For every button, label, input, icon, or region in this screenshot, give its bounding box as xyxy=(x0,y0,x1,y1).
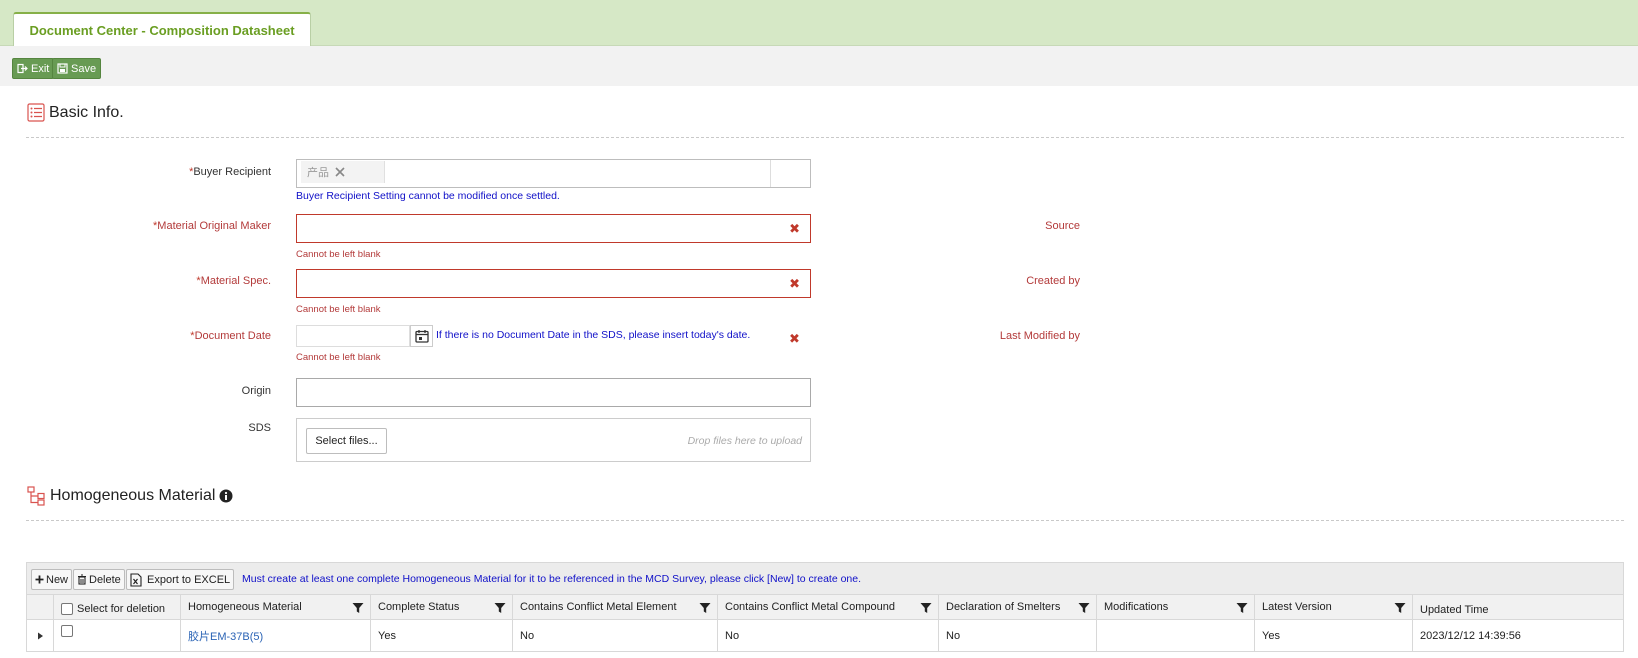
excel-icon xyxy=(130,572,142,587)
last-modified-by-label: Last Modified by xyxy=(999,330,1080,342)
info-icon[interactable] xyxy=(219,489,233,503)
cell-conflict-metal-element: No xyxy=(512,620,717,651)
cell-modifications xyxy=(1096,620,1254,651)
content-area: Basic Info. *Buyer Recipient 产品 Buyer Re… xyxy=(0,86,1638,658)
col-complete-status[interactable]: Complete Status xyxy=(370,595,512,619)
save-icon xyxy=(57,63,68,74)
grid-toolbar: New Delete Export to EXCEL Must create a… xyxy=(26,562,1624,594)
document-date-error: Cannot be left blank xyxy=(296,352,381,363)
buyer-recipient-label: *Buyer Recipient xyxy=(189,166,271,178)
origin-label: Origin xyxy=(241,385,271,397)
buyer-recipient-chip: 产品 xyxy=(301,161,385,183)
sds-label: SDS xyxy=(248,422,271,434)
trash-icon xyxy=(78,574,86,585)
origin-input[interactable] xyxy=(296,378,811,407)
delete-button[interactable]: Delete xyxy=(73,569,125,590)
homogeneous-material-header: Homogeneous Material xyxy=(27,486,233,506)
homogeneous-material-link[interactable]: 胶片EM-37B(5) xyxy=(188,628,263,644)
material-original-maker-input[interactable]: ✖ xyxy=(296,214,811,243)
basic-info-header: Basic Info. xyxy=(27,103,124,122)
exit-icon xyxy=(17,63,28,74)
grid-header: Select for deletion Homogeneous Material… xyxy=(26,594,1624,620)
col-conflict-metal-element[interactable]: Contains Conflict Metal Element xyxy=(512,595,717,619)
filter-icon[interactable] xyxy=(699,602,711,614)
col-modifications[interactable]: Modifications xyxy=(1096,595,1254,619)
col-updated-time[interactable]: Updated Time xyxy=(1412,595,1623,619)
export-excel-button[interactable]: Export to EXCEL xyxy=(126,569,235,590)
calendar-button[interactable] xyxy=(410,325,433,347)
cell-latest-version: Yes xyxy=(1254,620,1412,651)
row-select-checkbox[interactable] xyxy=(61,625,73,637)
filter-icon[interactable] xyxy=(920,602,932,614)
buyer-recipient-dropdown-area[interactable] xyxy=(770,160,810,187)
new-label: New xyxy=(46,573,69,586)
tab-composition-datasheet[interactable]: Document Center - Composition Datasheet xyxy=(13,12,311,46)
expand-arrow-icon xyxy=(37,632,43,639)
list-icon xyxy=(27,103,45,122)
material-spec-label: *Material Spec. xyxy=(196,275,271,287)
document-date-label: *Document Date xyxy=(190,330,271,342)
col-conflict-metal-compound[interactable]: Contains Conflict Metal Compound xyxy=(717,595,938,619)
remove-chip-icon[interactable] xyxy=(335,167,345,177)
basic-info-divider xyxy=(26,137,1624,138)
top-tab-strip: Document Center - Composition Datasheet xyxy=(0,0,1638,46)
filter-icon[interactable] xyxy=(1078,602,1090,614)
expand-column-header xyxy=(27,595,53,619)
select-files-button[interactable]: Select files... xyxy=(306,428,387,454)
drop-files-hint: Drop files here to upload xyxy=(687,435,802,447)
source-label: Source xyxy=(1045,220,1080,232)
material-spec-error: Cannot be left blank xyxy=(296,304,381,315)
filter-icon[interactable] xyxy=(1394,602,1406,614)
material-spec-input[interactable]: ✖ xyxy=(296,269,811,298)
buyer-recipient-note: Buyer Recipient Setting cannot be modifi… xyxy=(296,190,560,202)
exit-label: Exit xyxy=(31,62,50,75)
cell-conflict-metal-compound: No xyxy=(717,620,938,651)
document-date-hint: If there is no Document Date in the SDS,… xyxy=(436,329,751,341)
cell-complete-status: Yes xyxy=(370,620,512,651)
main-toolbar: Exit Save xyxy=(0,46,1638,86)
plus-icon xyxy=(35,575,44,584)
tree-icon xyxy=(27,486,45,506)
select-for-deletion-header[interactable]: Select for deletion xyxy=(53,595,180,619)
row-select-cell xyxy=(53,620,180,651)
basic-info-title: Basic Info. xyxy=(49,103,124,121)
clear-icon[interactable]: ✖ xyxy=(789,222,800,235)
col-latest-version[interactable]: Latest Version xyxy=(1254,595,1412,619)
cell-declaration-of-smelters: No xyxy=(938,620,1096,651)
calendar-icon xyxy=(414,330,429,343)
expand-row-toggle[interactable] xyxy=(27,620,53,651)
col-homogeneous-material[interactable]: Homogeneous Material xyxy=(180,595,370,619)
select-all-checkbox[interactable] xyxy=(61,603,73,615)
clear-icon[interactable]: ✖ xyxy=(789,277,800,290)
created-by-label: Created by xyxy=(1026,275,1080,287)
tab-title: Document Center - Composition Datasheet xyxy=(29,22,295,38)
grid-note: Must create at least one complete Homoge… xyxy=(242,573,862,585)
table-row[interactable]: 胶片EM-37B(5) Yes No No No Yes 2023/12/12 … xyxy=(26,620,1624,652)
col-declaration-of-smelters[interactable]: Declaration of Smelters xyxy=(938,595,1096,619)
document-date-input[interactable] xyxy=(296,325,410,347)
filter-icon[interactable] xyxy=(494,602,506,614)
filter-icon[interactable] xyxy=(1236,602,1248,614)
exit-button[interactable]: Exit xyxy=(12,58,55,79)
cell-homogeneous-material: 胶片EM-37B(5) xyxy=(180,620,370,651)
homogeneous-material-title: Homogeneous Material xyxy=(50,487,216,504)
new-button[interactable]: New xyxy=(31,569,73,590)
chip-text: 产品 xyxy=(307,167,329,179)
material-original-maker-label: *Material Original Maker xyxy=(153,220,271,232)
save-button[interactable]: Save xyxy=(52,58,102,79)
material-original-maker-error: Cannot be left blank xyxy=(296,249,381,260)
delete-label: Delete xyxy=(89,573,121,586)
filter-icon[interactable] xyxy=(352,602,364,614)
homogeneous-divider xyxy=(26,520,1624,521)
clear-date-icon[interactable]: ✖ xyxy=(789,332,800,345)
export-label: Export to EXCEL xyxy=(147,573,231,586)
cell-updated-time: 2023/12/12 14:39:56 xyxy=(1412,620,1623,651)
save-label: Save xyxy=(71,62,97,75)
